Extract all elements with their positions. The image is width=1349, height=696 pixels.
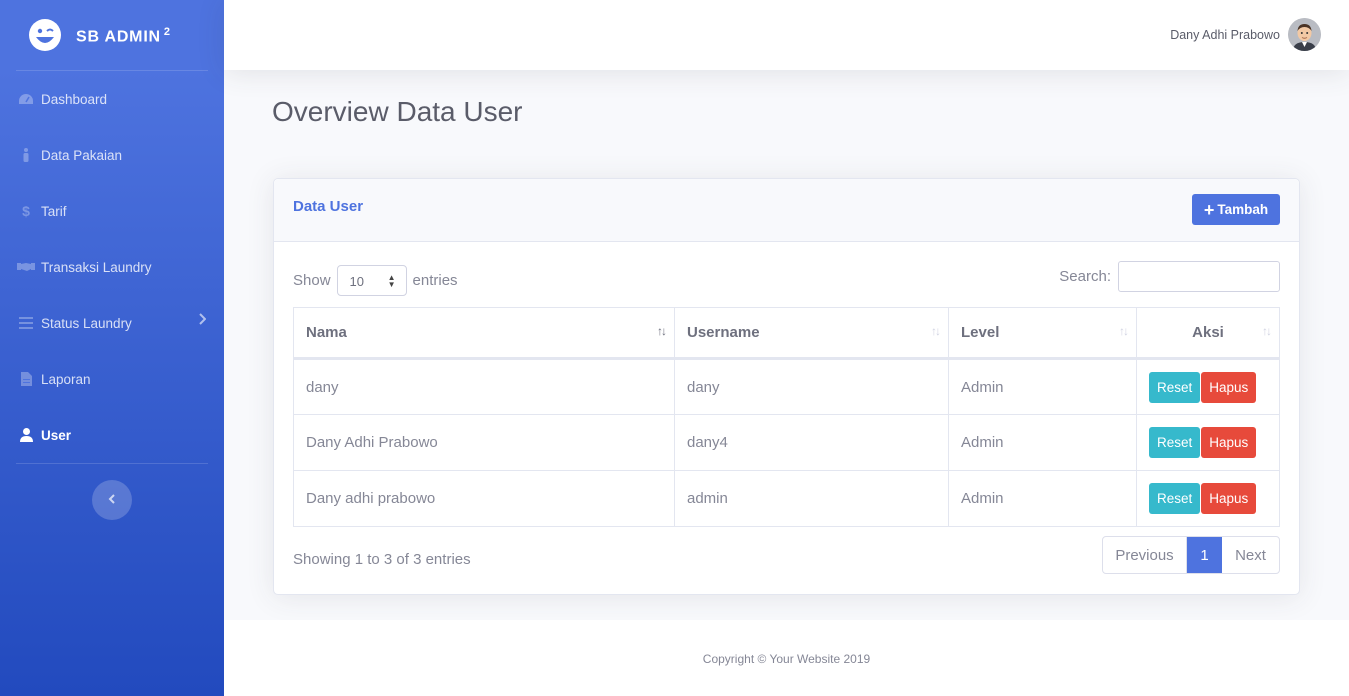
sort-arrows-icon: ▲ ▼ — [387, 273, 396, 289]
sidebar-divider — [16, 463, 208, 464]
laugh-wink-icon — [28, 18, 62, 52]
sidebar-item-label: Data Pakaian — [41, 147, 123, 163]
hapus-button[interactable]: Hapus — [1201, 371, 1257, 403]
sort-icon: ↑↓ — [1119, 324, 1129, 338]
reset-button[interactable]: Reset — [1149, 427, 1201, 458]
sort-icon: ↑↓ — [1262, 324, 1272, 338]
column-label: Username — [687, 324, 760, 341]
show-label: Show — [293, 272, 331, 289]
cell-username: dany4 — [674, 414, 949, 471]
person-icon — [17, 148, 35, 162]
table-row: Dany adhi prabowo admin Admin Reset Hapus — [293, 470, 1280, 527]
cell-level: Admin — [948, 414, 1137, 471]
footer: Copyright © Your Website 2019 — [224, 620, 1349, 696]
cell-username: admin — [674, 470, 949, 527]
page-1-button[interactable]: 1 — [1187, 537, 1222, 573]
user-name: Dany Adhi Prabowo — [1170, 27, 1280, 42]
data-user-card: Data User + Tambah Show 10 ▲ ▼ entries Se… — [273, 178, 1300, 595]
cell-aksi: Reset Hapus — [1136, 358, 1280, 415]
sidebar-item-label: User — [41, 427, 72, 443]
column-label: Level — [961, 324, 1000, 341]
tambah-label: Tambah — [1217, 202, 1269, 217]
pagination: Previous 1 Next — [1102, 536, 1280, 574]
user-dropdown[interactable]: Dany Adhi Prabowo — [1170, 18, 1321, 51]
page-title: Overview Data User — [272, 96, 523, 127]
hapus-button[interactable]: Hapus — [1201, 483, 1257, 514]
dollar-icon: $ — [22, 203, 30, 219]
brand-name: SB ADMIN 2 — [76, 25, 171, 46]
cell-level: Admin — [948, 470, 1137, 527]
sidebar-item-status-laundry[interactable]: Status Laundry — [0, 295, 224, 351]
tambah-button[interactable]: + Tambah — [1192, 194, 1280, 225]
column-header-level[interactable]: Level ↑↓ — [948, 307, 1137, 360]
sidebar-item-user[interactable]: User — [0, 407, 224, 463]
column-header-aksi[interactable]: Aksi ↑↓ — [1136, 307, 1280, 360]
sidebar-item-label: Dashboard — [41, 91, 108, 107]
sidebar: SB ADMIN 2 Dashboard Data Pakaian $ Tarif… — [0, 0, 224, 696]
brand[interactable]: SB ADMIN 2 — [0, 0, 224, 70]
sidebar-item-data-pakaian[interactable]: Data Pakaian — [0, 127, 224, 183]
hapus-button[interactable]: Hapus — [1201, 427, 1257, 458]
cell-aksi: Reset Hapus — [1136, 414, 1280, 471]
search-label: Search: — [1059, 268, 1111, 285]
user-table: Nama ↑↓ Username ↑↓ Level ↑↓ Aksi ↑↓ dan… — [293, 307, 1280, 527]
table-row: Dany Adhi Prabowo dany4 Admin Reset Hapus — [293, 414, 1280, 471]
chevron-right-icon — [198, 313, 207, 328]
previous-page-button[interactable]: Previous — [1103, 537, 1187, 573]
user-icon — [17, 428, 35, 442]
reset-button[interactable]: Reset — [1149, 483, 1201, 514]
file-icon — [17, 372, 35, 386]
sidebar-toggle-button[interactable] — [92, 480, 132, 520]
tachometer-icon — [17, 92, 35, 106]
sidebar-item-dashboard[interactable]: Dashboard — [0, 71, 224, 127]
cell-aksi: Reset Hapus — [1136, 470, 1280, 527]
sidebar-item-label: Laporan — [41, 371, 91, 387]
avatar — [1288, 18, 1321, 51]
table-info: Showing 1 to 3 of 3 entries — [293, 551, 471, 568]
sort-icon: ↑↓ — [931, 324, 941, 338]
column-header-username[interactable]: Username ↑↓ — [674, 307, 949, 360]
search-input[interactable] — [1118, 261, 1280, 292]
sidebar-item-tarif[interactable]: $ Tarif — [0, 183, 224, 239]
sidebar-item-laporan[interactable]: Laporan — [0, 351, 224, 407]
column-label: Aksi — [1192, 324, 1224, 341]
cell-level: Admin — [948, 358, 1137, 415]
topbar: Dany Adhi Prabowo — [224, 0, 1349, 70]
card-header: Data User + Tambah — [274, 179, 1299, 242]
next-page-button[interactable]: Next — [1222, 537, 1279, 573]
sidebar-item-label: Status Laundry — [41, 315, 132, 331]
card-title: Data User — [293, 198, 364, 215]
plus-icon: + — [1203, 199, 1215, 220]
table-row: dany dany Admin Reset Hapus — [293, 358, 1280, 415]
page-size-select[interactable]: 10 ▲ ▼ — [336, 265, 407, 296]
cell-nama: dany — [293, 358, 675, 415]
page-size-value: 10 — [349, 274, 364, 289]
handshake-icon — [17, 260, 35, 274]
sidebar-nav: Dashboard Data Pakaian $ Tarif Transaksi… — [0, 71, 224, 463]
sidebar-item-label: Transaksi Laundry — [41, 259, 152, 275]
cell-nama: Dany Adhi Prabowo — [293, 414, 675, 471]
column-label: Nama — [306, 324, 347, 341]
sort-asc-icon: ↑↓ — [657, 324, 667, 338]
page-size-control: Show 10 ▲ ▼ entries — [293, 265, 458, 296]
search-control: Search: — [1059, 261, 1280, 292]
entries-label: entries — [412, 272, 458, 289]
cell-nama: Dany adhi prabowo — [293, 470, 675, 527]
sidebar-item-label: Tarif — [41, 203, 67, 219]
list-icon — [17, 316, 35, 330]
table-header-row: Nama ↑↓ Username ↑↓ Level ↑↓ Aksi ↑↓ — [293, 307, 1280, 360]
reset-button[interactable]: Reset — [1149, 371, 1201, 403]
sidebar-item-transaksi-laundry[interactable]: Transaksi Laundry — [0, 239, 224, 295]
chevron-left-icon — [108, 491, 116, 509]
column-header-nama[interactable]: Nama ↑↓ — [293, 307, 675, 360]
cell-username: dany — [674, 358, 949, 415]
copyright: Copyright © Your Website 2019 — [702, 652, 871, 666]
